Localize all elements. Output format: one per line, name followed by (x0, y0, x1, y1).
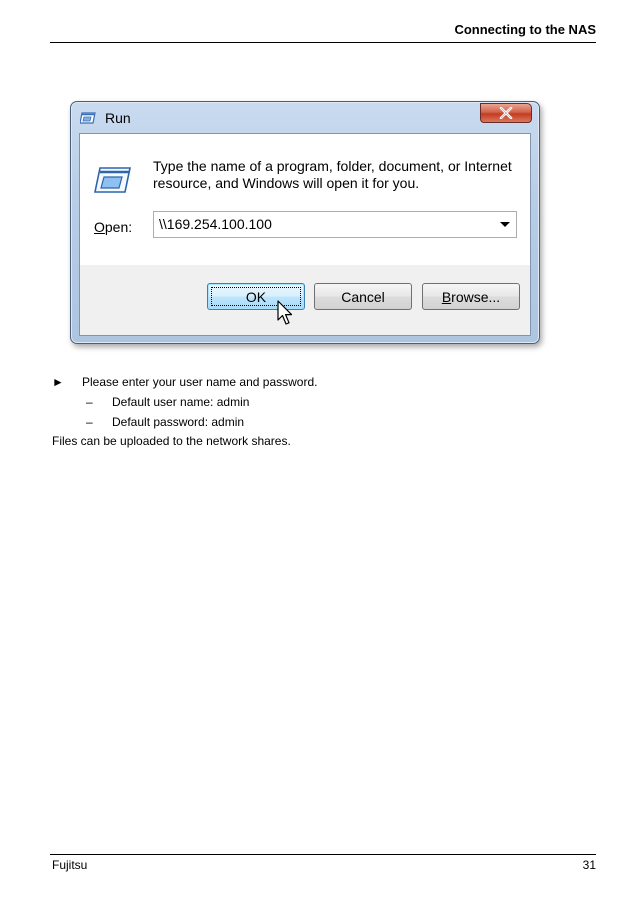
bullet-marker: ► (52, 375, 64, 389)
dash-marker: – (86, 395, 93, 409)
dialog-client-area: Type the name of a program, folder, docu… (79, 133, 531, 336)
page-header: Connecting to the NAS (454, 22, 596, 37)
cancel-button-label: Cancel (341, 288, 385, 305)
open-label: Open: (94, 219, 132, 235)
dash-marker: – (86, 415, 93, 429)
dialog-description: Type the name of a program, folder, docu… (153, 158, 512, 191)
open-label-text: pen: (104, 219, 133, 235)
open-input-value[interactable]: \\169.254.100.100 (159, 216, 272, 232)
run-dialog: Run Type the name of a program, folder, … (70, 101, 540, 344)
close-button[interactable] (480, 103, 532, 123)
browse-accelerator: B (441, 288, 452, 305)
run-program-icon (94, 167, 131, 193)
list-item: Default user name: admin (112, 395, 250, 409)
browse-button[interactable]: Browse... (422, 283, 520, 310)
chevron-down-icon[interactable] (500, 222, 510, 227)
run-titlebar-icon (80, 112, 96, 124)
dialog-title: Run (105, 110, 131, 126)
close-icon (499, 107, 513, 119)
cancel-button[interactable]: Cancel (314, 283, 412, 310)
body-paragraph: Files can be uploaded to the network sha… (52, 434, 291, 448)
footer-rule (50, 854, 596, 855)
instruction-text: Please enter your user name and password… (82, 375, 318, 389)
open-label-accelerator: O (94, 219, 105, 235)
open-combobox[interactable]: \\169.254.100.100 (153, 211, 517, 238)
page-number: 31 (582, 858, 596, 872)
list-item: Default password: admin (112, 415, 245, 429)
browse-button-label: rowse... (451, 288, 501, 305)
mouse-cursor-icon (277, 300, 293, 325)
button-area: OK Cancel Browse... (80, 265, 530, 335)
header-rule (50, 42, 596, 43)
footer-brand: Fujitsu (52, 858, 88, 872)
